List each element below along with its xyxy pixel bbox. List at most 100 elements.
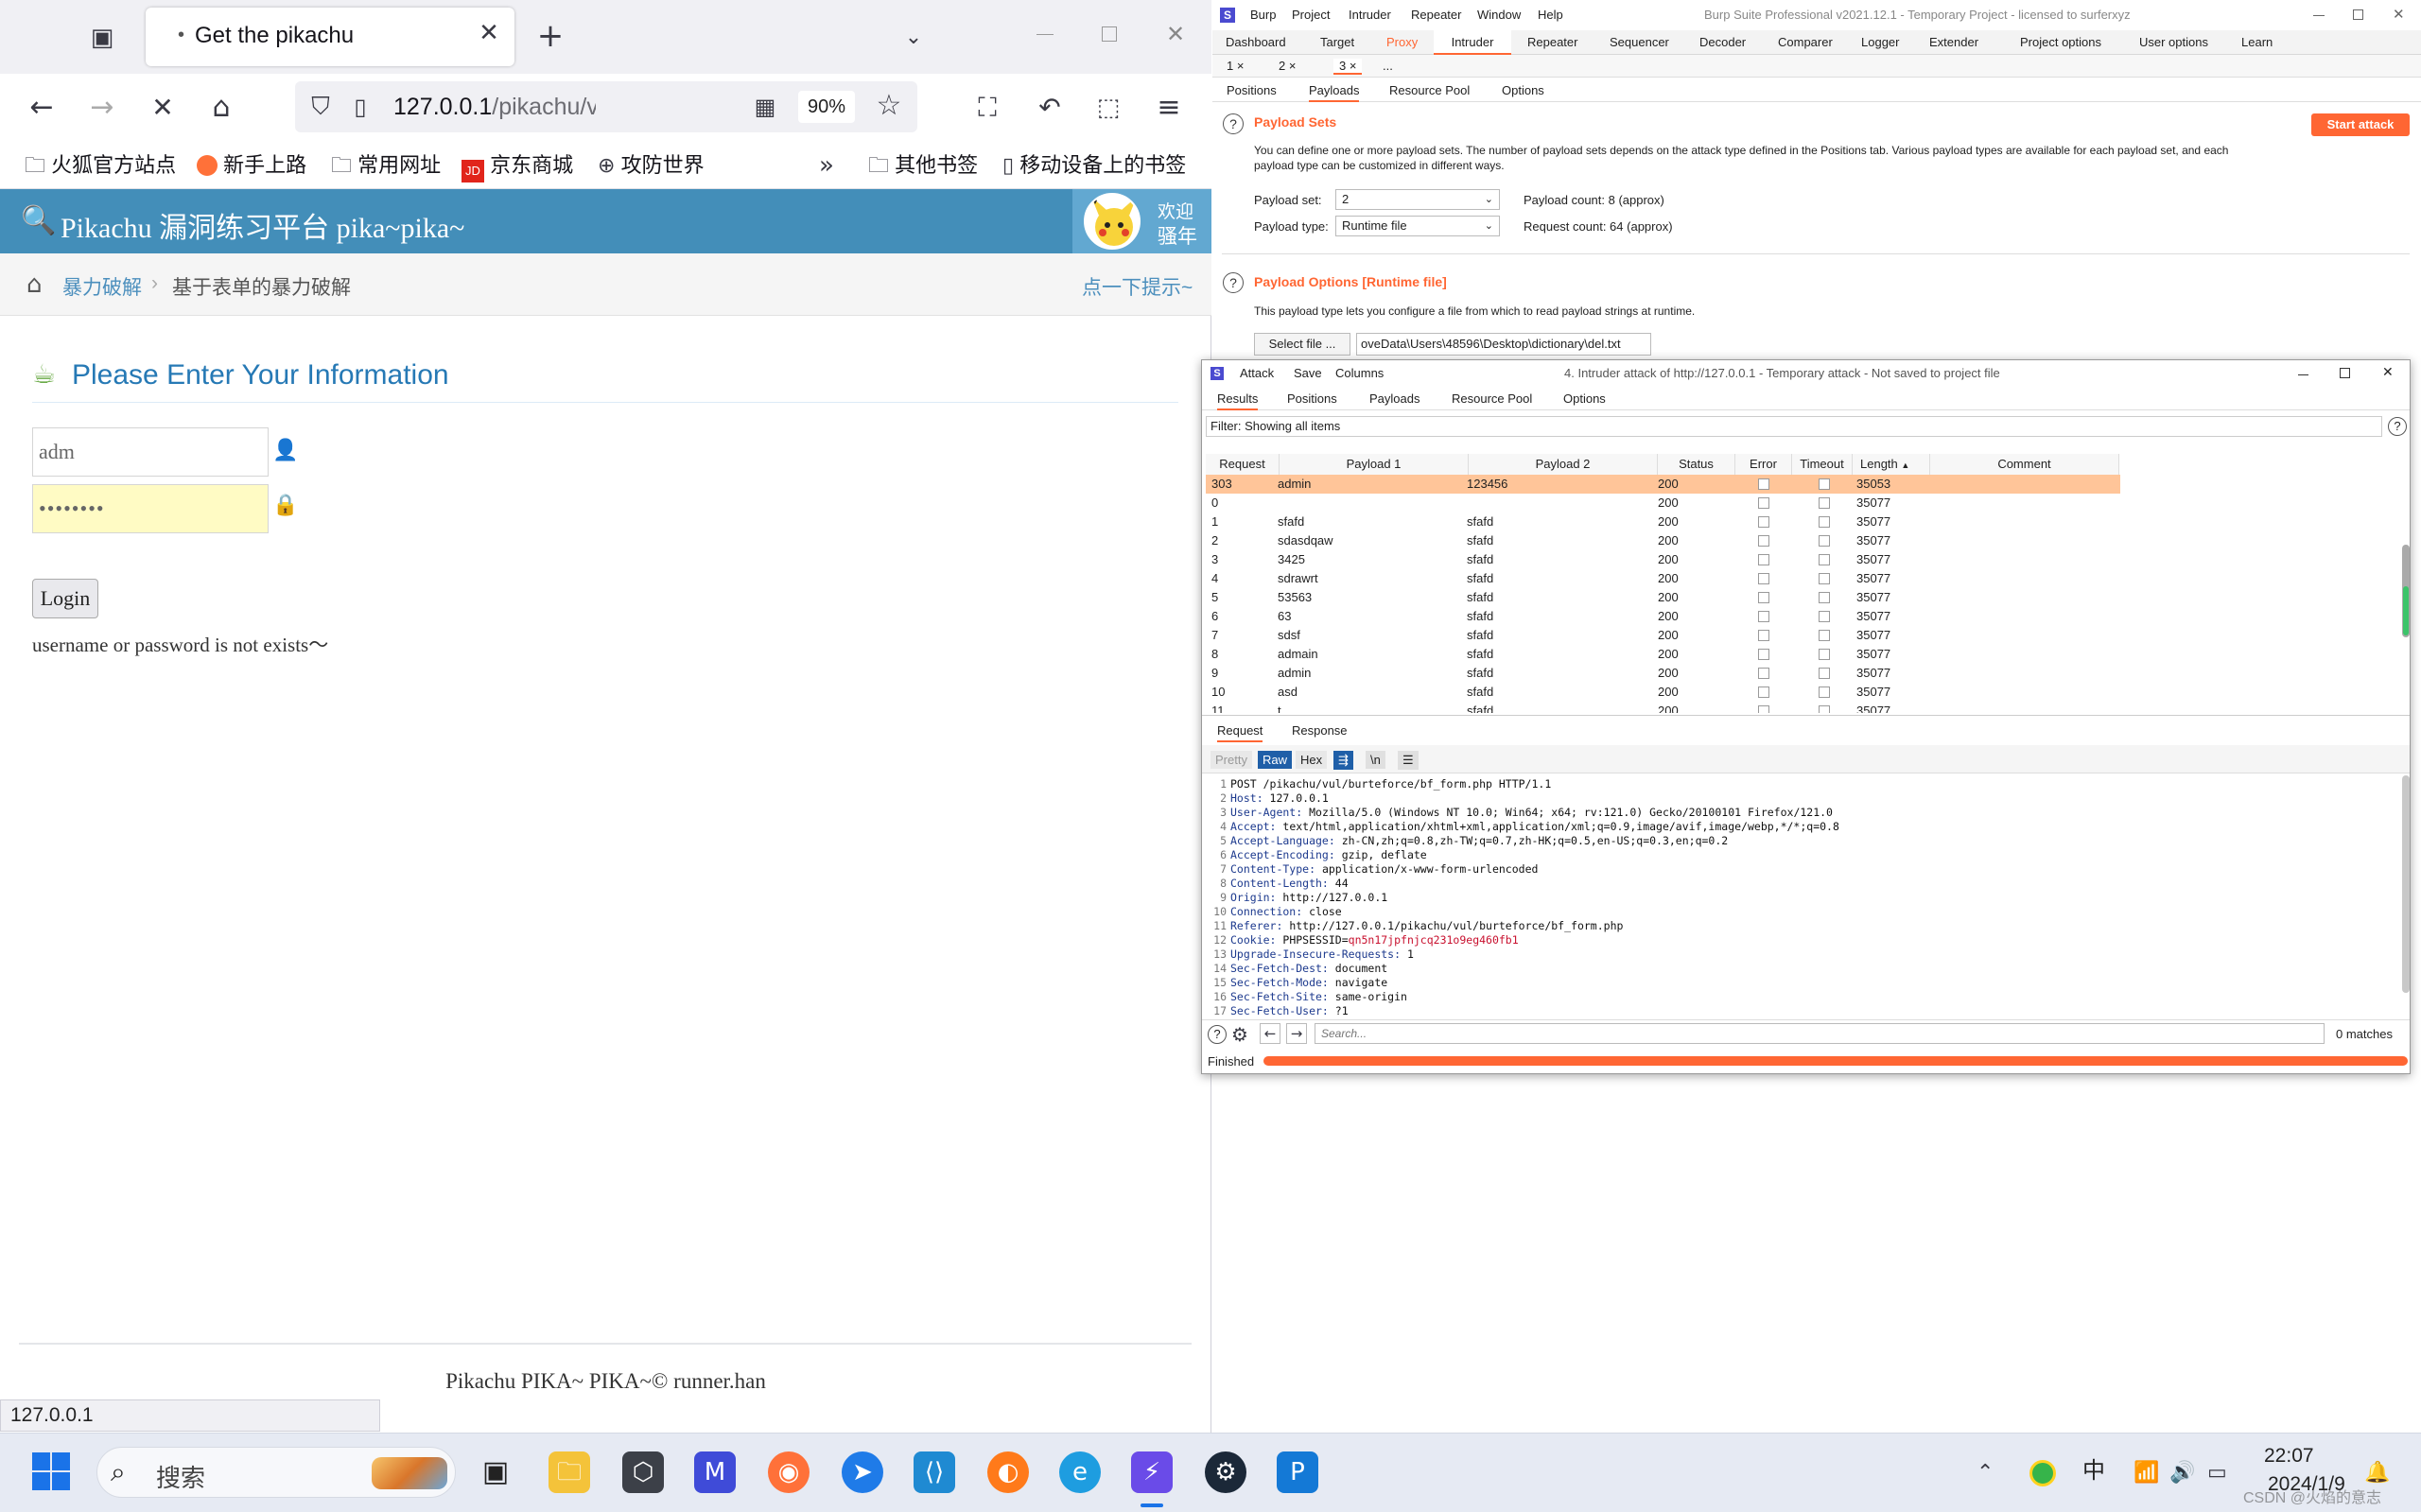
filter-bar[interactable]: Filter: Showing all items bbox=[1206, 416, 2382, 437]
menu-repeater[interactable]: Repeater bbox=[1411, 8, 1461, 22]
box-app-icon[interactable]: ⬡ bbox=[622, 1451, 664, 1493]
payload-type-select[interactable]: Runtime file ⌄ bbox=[1335, 216, 1500, 236]
bookmark-folder[interactable]: 🗀 火狐官方站点 bbox=[25, 142, 176, 189]
vscode-icon[interactable]: ⟨⟩ bbox=[914, 1451, 955, 1493]
tab-repeater[interactable]: Repeater bbox=[1527, 30, 1577, 55]
qr-code-icon[interactable]: ▦ bbox=[749, 91, 781, 123]
table-row[interactable]: 7 sdsf sfafd 200 35077 bbox=[1206, 626, 2120, 645]
search-input[interactable] bbox=[1315, 1023, 2325, 1044]
orange-app-icon[interactable]: ◐ bbox=[987, 1451, 1029, 1493]
tab-logger[interactable]: Logger bbox=[1861, 30, 1899, 55]
table-row[interactable]: 2 sdasdqaw sfafd 200 35077 bbox=[1206, 531, 2120, 550]
tab-resource-pool[interactable]: Resource Pool bbox=[1452, 391, 1532, 406]
close-tab-icon[interactable]: ✕ bbox=[475, 19, 503, 47]
next-match-icon[interactable]: → bbox=[1286, 1023, 1307, 1044]
hint-link[interactable]: 点一下提示~ bbox=[1082, 272, 1193, 301]
clock-time[interactable]: 22:07 bbox=[2264, 1445, 2314, 1468]
url-bar[interactable]: ⛉ ▯ 127.0.0.1/pikachu/vul/burtefor ▦ 90%… bbox=[295, 81, 917, 132]
tab-overview-icon[interactable]: ▣ bbox=[85, 21, 119, 55]
password-input[interactable]: •••••••• bbox=[32, 484, 269, 533]
table-row[interactable]: 0 200 35077 bbox=[1206, 494, 2120, 513]
tab-comparer[interactable]: Comparer bbox=[1778, 30, 1833, 55]
help-icon[interactable]: ? bbox=[1223, 113, 1244, 134]
tab-results[interactable]: Results bbox=[1217, 391, 1259, 410]
tab-payloads[interactable]: Payloads bbox=[1369, 391, 1420, 406]
previous-match-icon[interactable]: ← bbox=[1260, 1023, 1280, 1044]
tab-proxy[interactable]: Proxy bbox=[1386, 30, 1418, 55]
extensions-icon[interactable]: ⬚ bbox=[1089, 89, 1127, 127]
tab-target[interactable]: Target bbox=[1320, 30, 1354, 55]
menu-attack[interactable]: Attack bbox=[1240, 366, 1274, 380]
maximize-button[interactable] bbox=[1102, 26, 1117, 42]
table-row[interactable]: 1 sfafd sfafd 200 35077 bbox=[1206, 513, 2120, 531]
bookmark-item[interactable]: 新手上路 bbox=[197, 142, 306, 189]
tab-user-options[interactable]: User options bbox=[2139, 30, 2208, 55]
tab-options[interactable]: Options bbox=[1563, 391, 1606, 406]
tab-sequencer[interactable]: Sequencer bbox=[1610, 30, 1669, 55]
breadcrumb-link[interactable]: 暴力破解 bbox=[62, 272, 142, 301]
menu-burp[interactable]: Burp bbox=[1250, 8, 1276, 22]
tab-positions[interactable]: Positions bbox=[1227, 83, 1277, 97]
menu-intruder[interactable]: Intruder bbox=[1349, 8, 1391, 22]
col-length[interactable]: Length ▲ bbox=[1853, 454, 1930, 475]
jetbrains-icon[interactable]: M bbox=[694, 1451, 736, 1493]
col-timeout[interactable]: Timeout bbox=[1792, 454, 1853, 475]
table-row[interactable]: 6 63 sfafd 200 35077 bbox=[1206, 607, 2120, 626]
steam-icon[interactable]: ⚙ bbox=[1205, 1451, 1246, 1493]
help-icon[interactable]: ? bbox=[1208, 1025, 1227, 1044]
url-text[interactable]: 127.0.0.1/pikachu/vul/burtefor bbox=[393, 91, 596, 123]
undo-icon[interactable]: ↶ bbox=[1031, 89, 1069, 127]
col-payload-2[interactable]: Payload 2 bbox=[1469, 454, 1658, 475]
editor-scrollbar[interactable] bbox=[2402, 775, 2410, 993]
gear-icon[interactable]: ⚙ bbox=[1231, 1023, 1248, 1046]
tab-intruder[interactable]: Intruder bbox=[1434, 30, 1511, 55]
ime-indicator[interactable]: 中 bbox=[2082, 1454, 2105, 1488]
view-hex-button[interactable]: Hex bbox=[1296, 751, 1328, 769]
tab-extender[interactable]: Extender bbox=[1929, 30, 1978, 55]
tab-project-options[interactable]: Project options bbox=[2020, 30, 2101, 55]
col-comment[interactable]: Comment bbox=[1930, 454, 2119, 475]
burp-taskbar-icon[interactable]: ⚡ bbox=[1131, 1451, 1173, 1493]
site-title[interactable]: Pikachu 漏洞练习平台 pika~pika~ bbox=[61, 204, 464, 246]
tab-resource-pool[interactable]: Resource Pool bbox=[1389, 83, 1470, 97]
view-raw-button[interactable]: Raw bbox=[1258, 751, 1293, 769]
editor-menu-icon[interactable]: ☰ bbox=[1398, 751, 1419, 770]
stop-icon[interactable]: ✕ bbox=[144, 89, 182, 127]
firefox-icon[interactable]: ◉ bbox=[768, 1451, 810, 1493]
bookmark-item[interactable]: JD 京东商城 bbox=[462, 142, 573, 189]
table-row[interactable]: 9 admin sfafd 200 35077 bbox=[1206, 664, 2120, 683]
tab-response[interactable]: Response bbox=[1292, 723, 1348, 738]
col-request[interactable]: Request bbox=[1206, 454, 1280, 475]
maximize-button[interactable] bbox=[2340, 368, 2350, 378]
help-icon[interactable]: ? bbox=[1223, 272, 1244, 293]
col-status[interactable]: Status bbox=[1658, 454, 1735, 475]
minimize-button[interactable] bbox=[2298, 374, 2308, 375]
tab-options[interactable]: Options bbox=[1502, 83, 1544, 97]
bookmark-folder[interactable]: ▯ 移动设备上的书签 bbox=[1002, 142, 1186, 189]
subtab-more[interactable]: ... bbox=[1383, 59, 1393, 73]
edge-icon[interactable]: e bbox=[1059, 1451, 1101, 1493]
menu-save[interactable]: Save bbox=[1294, 366, 1322, 380]
maximize-button[interactable] bbox=[2353, 9, 2363, 20]
battery-icon[interactable]: ▭ bbox=[2207, 1456, 2227, 1490]
file-path-field[interactable]: oveData\Users\48596\Desktop\dictionary\d… bbox=[1356, 333, 1651, 356]
bookmark-item[interactable]: ⊕ 攻防世界 bbox=[598, 142, 705, 189]
wifi-icon[interactable]: 📶 bbox=[2134, 1456, 2159, 1490]
zoom-badge[interactable]: 90% bbox=[798, 91, 855, 123]
col-payload-1[interactable]: Payload 1 bbox=[1280, 454, 1469, 475]
bookmark-folder[interactable]: 🗀 其他书签 bbox=[868, 142, 978, 189]
forward-icon[interactable]: → bbox=[83, 89, 121, 127]
user-box[interactable]: 欢迎 骚年 bbox=[1072, 189, 1211, 253]
tab-payloads[interactable]: Payloads bbox=[1309, 83, 1360, 102]
taskview-icon[interactable]: ▣ bbox=[475, 1451, 516, 1493]
file-explorer-icon[interactable]: 🗀 bbox=[549, 1451, 590, 1493]
tab-decoder[interactable]: Decoder bbox=[1699, 30, 1746, 55]
view-pretty-button[interactable]: Pretty bbox=[1210, 751, 1252, 769]
menu-columns[interactable]: Columns bbox=[1335, 366, 1384, 380]
login-button[interactable]: Login bbox=[32, 579, 98, 618]
table-row[interactable]: 8 admain sfafd 200 35077 bbox=[1206, 645, 2120, 664]
minimize-button[interactable] bbox=[2313, 15, 2325, 16]
table-row[interactable]: 4 sdrawrt sfafd 200 35077 bbox=[1206, 569, 2120, 588]
shield-icon[interactable]: ⛉ bbox=[305, 91, 337, 123]
minimize-button[interactable] bbox=[1036, 34, 1054, 35]
